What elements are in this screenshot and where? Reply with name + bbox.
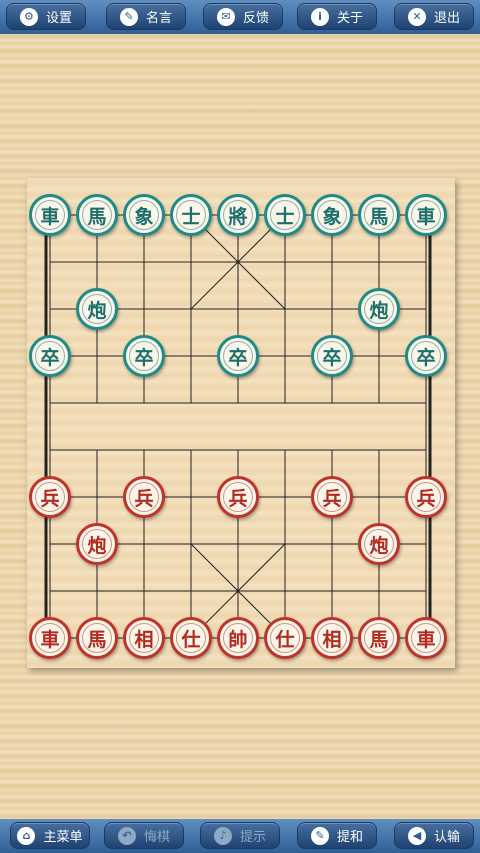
black-piece[interactable]: 士 (264, 194, 306, 236)
hint-button[interactable]: ♪ 提示 (200, 822, 280, 849)
undo-label: 悔棋 (143, 830, 170, 845)
feedback-label: 反馈 (242, 11, 269, 26)
red-piece[interactable]: 兵 (405, 476, 447, 518)
black-piece[interactable]: 馬 (358, 194, 400, 236)
feedback-button[interactable]: ✉ 反馈 (203, 3, 283, 30)
resign-label: 认输 (433, 830, 460, 845)
offer-draw-button[interactable]: ✎ 提和 (297, 822, 377, 849)
speech-bubble-icon: ✎ (119, 7, 138, 26)
red-piece[interactable]: 車 (29, 617, 71, 659)
main-menu-label: 主菜单 (43, 830, 83, 845)
red-piece[interactable]: 兵 (217, 476, 259, 518)
black-piece[interactable]: 卒 (311, 335, 353, 377)
red-piece[interactable]: 炮 (358, 523, 400, 565)
exit-button[interactable]: ✕ 退出 (394, 3, 474, 30)
hint-label: 提示 (239, 830, 266, 845)
about-button[interactable]: i 关于 (297, 3, 377, 30)
offer-draw-label: 提和 (336, 830, 363, 845)
info-icon: i (310, 7, 329, 26)
black-piece[interactable]: 象 (123, 194, 165, 236)
black-piece[interactable]: 車 (405, 194, 447, 236)
black-piece[interactable]: 馬 (76, 194, 118, 236)
red-piece[interactable]: 兵 (29, 476, 71, 518)
bell-icon: ♪ (213, 826, 232, 845)
main-menu-button[interactable]: ⌂ 主菜单 (10, 822, 90, 849)
black-piece[interactable]: 炮 (358, 288, 400, 330)
black-piece[interactable]: 卒 (405, 335, 447, 377)
red-piece[interactable]: 兵 (311, 476, 353, 518)
exit-label: 退出 (433, 11, 460, 26)
black-piece[interactable]: 象 (311, 194, 353, 236)
gear-icon: ⚙ (19, 7, 38, 26)
quotes-button[interactable]: ✎ 名言 (106, 3, 186, 30)
black-piece[interactable]: 卒 (217, 335, 259, 377)
close-icon: ✕ (407, 7, 426, 26)
board-grid (44, 214, 432, 639)
red-piece[interactable]: 仕 (264, 617, 306, 659)
about-label: 关于 (336, 11, 363, 26)
red-piece[interactable]: 仕 (170, 617, 212, 659)
red-piece[interactable]: 馬 (358, 617, 400, 659)
black-piece[interactable]: 將 (217, 194, 259, 236)
chess-board[interactable]: 車馬象士將士象馬車炮炮卒卒卒卒卒兵兵兵兵兵炮炮車馬相仕帥仕相馬車 (27, 178, 455, 668)
black-piece[interactable]: 卒 (29, 335, 71, 377)
black-piece[interactable]: 士 (170, 194, 212, 236)
settings-label: 设置 (45, 11, 72, 26)
mail-icon: ✉ (216, 7, 235, 26)
settings-button[interactable]: ⚙ 设置 (6, 3, 86, 30)
red-piece[interactable]: 相 (123, 617, 165, 659)
red-piece[interactable]: 炮 (76, 523, 118, 565)
black-piece[interactable]: 車 (29, 194, 71, 236)
red-piece[interactable]: 帥 (217, 617, 259, 659)
red-piece[interactable]: 馬 (76, 617, 118, 659)
pen-icon: ✎ (310, 826, 329, 845)
red-piece[interactable]: 兵 (123, 476, 165, 518)
black-piece[interactable]: 卒 (123, 335, 165, 377)
resign-button[interactable]: ◀ 认输 (394, 822, 474, 849)
red-piece[interactable]: 車 (405, 617, 447, 659)
undo-button[interactable]: ↶ 悔棋 (104, 822, 184, 849)
bottom-toolbar: ⌂ 主菜单 ↶ 悔棋 ♪ 提示 ✎ 提和 ◀ 认输 (0, 819, 480, 853)
undo-icon: ↶ (117, 826, 136, 845)
black-piece[interactable]: 炮 (76, 288, 118, 330)
red-piece[interactable]: 相 (311, 617, 353, 659)
home-icon: ⌂ (17, 826, 36, 845)
flag-icon: ◀ (407, 826, 426, 845)
top-toolbar: ⚙ 设置 ✎ 名言 ✉ 反馈 i 关于 ✕ 退出 (0, 0, 480, 34)
quotes-label: 名言 (145, 11, 172, 26)
